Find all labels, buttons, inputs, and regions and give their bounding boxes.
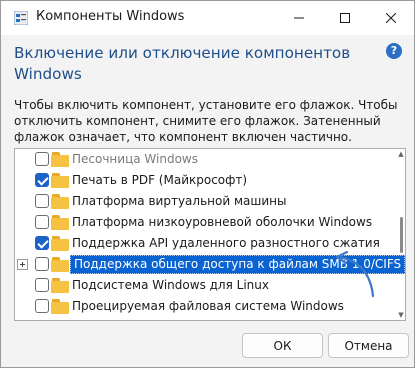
help-icon[interactable]: ? (386, 43, 402, 59)
feature-checkbox[interactable] (35, 152, 49, 166)
vertical-scrollbar[interactable]: ▲ ▼ (397, 149, 405, 320)
tree-item[interactable]: Печать в PDF (Майкрософт) (15, 170, 395, 191)
feature-label[interactable]: Поддержка API удаленного разностного сжа… (72, 236, 380, 251)
title-bar[interactable]: Компоненты Windows (1, 1, 414, 35)
close-icon (386, 13, 396, 23)
feature-checkbox[interactable] (35, 320, 49, 321)
minimize-button[interactable] (276, 1, 322, 35)
folder-icon (51, 236, 69, 251)
feature-checkbox[interactable] (35, 278, 49, 292)
folder-icon (51, 173, 69, 188)
feature-label[interactable]: Подсистема Windows для Linux (72, 278, 269, 293)
folder-icon (51, 152, 69, 167)
windows-features-icon (14, 11, 28, 25)
maximize-button[interactable] (322, 1, 368, 35)
instructions-text: Чтобы включить компонент, установите его… (14, 98, 398, 144)
tree-item[interactable]: Платформа виртуальной машины (15, 191, 395, 212)
scroll-down-icon[interactable]: ▼ (397, 311, 405, 319)
feature-label[interactable]: Песочница Windows (72, 152, 198, 167)
maximize-icon (340, 13, 350, 23)
feature-label[interactable]: Печать в PDF (Майкрософт) (72, 173, 247, 188)
feature-checkbox[interactable] (35, 299, 49, 313)
feature-label[interactable]: Простые службы TCPIP (так как echo, dayt… (72, 320, 404, 321)
folder-icon (51, 215, 69, 230)
minimize-icon (294, 17, 304, 19)
feature-checkbox[interactable] (35, 257, 49, 271)
folder-icon (51, 320, 69, 321)
feature-label[interactable]: Платформа низкоуровневой оболочки Window… (72, 215, 372, 230)
folder-icon (51, 257, 69, 272)
expand-icon[interactable] (17, 259, 28, 270)
tree-item[interactable]: Простые службы TCPIP (так как echo, dayt… (15, 317, 395, 321)
annotation-arrow-icon (335, 251, 375, 298)
cancel-button[interactable]: Отмена (328, 333, 409, 358)
feature-checkbox[interactable] (35, 236, 49, 250)
tree-item[interactable]: Песочница Windows (15, 149, 395, 170)
feature-label[interactable]: Проецируемая файловая система Windows (72, 299, 344, 314)
scroll-thumb[interactable] (400, 217, 403, 253)
folder-icon (51, 299, 69, 314)
folder-icon (51, 278, 69, 293)
ok-button[interactable]: ОК (242, 333, 323, 358)
close-button[interactable] (368, 1, 414, 35)
feature-checkbox[interactable] (35, 194, 49, 208)
tree-item[interactable]: Платформа низкоуровневой оболочки Window… (15, 212, 395, 233)
scroll-up-icon[interactable]: ▲ (397, 150, 405, 158)
feature-checkbox[interactable] (35, 215, 49, 229)
dialog-heading: Включение или отключение компонентов Win… (14, 44, 351, 83)
feature-label[interactable]: Платформа виртуальной машины (72, 194, 286, 209)
folder-icon (51, 194, 69, 209)
window-title: Компоненты Windows (36, 9, 185, 24)
feature-checkbox[interactable] (35, 173, 49, 187)
windows-features-dialog: Компоненты Windows Включение или отключе… (0, 0, 415, 368)
